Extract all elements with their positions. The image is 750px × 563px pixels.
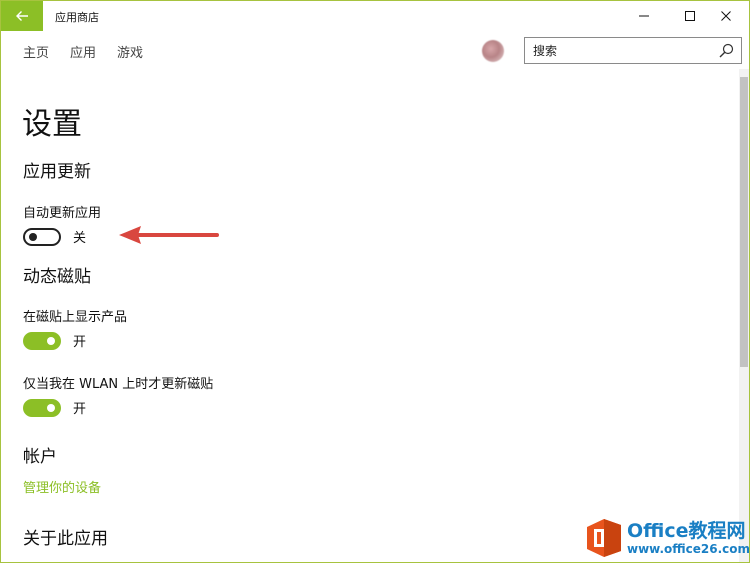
watermark: Office教程网 www.office26.com	[585, 514, 750, 562]
red-arrow-annotation	[119, 226, 219, 244]
top-nav: 主页 应用 游戏	[23, 42, 143, 61]
wlan-only-toggle[interactable]	[23, 398, 61, 417]
wlan-only-row: 开	[23, 398, 86, 417]
show-products-toggle[interactable]	[23, 331, 61, 350]
close-icon	[721, 11, 731, 21]
office-logo-icon	[587, 519, 621, 557]
wlan-only-state: 开	[73, 402, 87, 417]
minimize-icon	[639, 15, 649, 17]
nav-item-apps[interactable]: 应用	[70, 42, 96, 61]
minimize-button[interactable]	[621, 1, 667, 31]
auto-update-state: 关	[73, 231, 87, 246]
scrollbar-thumb[interactable]	[740, 77, 748, 367]
nav-item-games[interactable]: 游戏	[117, 42, 143, 61]
window-title: 应用商店	[55, 11, 99, 24]
watermark-text: Office教程网 www.office26.com	[627, 520, 750, 556]
section-title-app-updates: 应用更新	[23, 162, 91, 182]
maximize-icon	[685, 11, 695, 21]
page-title: 设置	[22, 107, 82, 142]
toggle-knob	[47, 403, 55, 412]
back-button[interactable]	[1, 1, 43, 31]
search-icon[interactable]	[719, 43, 734, 58]
section-title-about: 关于此应用	[23, 529, 108, 549]
close-button[interactable]	[703, 1, 749, 31]
show-products-row: 开	[23, 331, 86, 350]
nav-item-home[interactable]: 主页	[23, 42, 49, 61]
toggle-knob	[47, 336, 55, 345]
search-input[interactable]	[525, 38, 713, 63]
toggle-knob	[29, 232, 37, 241]
section-title-account: 帐户	[23, 447, 57, 467]
auto-update-toggle[interactable]	[23, 227, 61, 246]
watermark-brand: Office教程网	[627, 520, 746, 542]
show-products-state: 开	[73, 335, 87, 350]
auto-update-label: 自动更新应用	[23, 206, 102, 221]
section-title-live-tiles: 动态磁贴	[23, 267, 91, 287]
auto-update-row: 关	[23, 227, 86, 246]
app-window: 应用商店 主页 应用 游戏 搜索 设置 应用更新 自动更新应用 关 动态磁贴 在…	[0, 0, 750, 563]
manage-devices-link[interactable]: 管理你的设备	[23, 477, 101, 496]
search-box	[524, 37, 742, 64]
show-products-label: 在磁贴上显示产品	[23, 310, 128, 325]
back-arrow-icon	[16, 11, 28, 21]
wlan-only-label: 仅当我在 WLAN 上时才更新磁贴	[23, 377, 214, 392]
user-avatar[interactable]	[482, 40, 504, 62]
title-bar: 应用商店	[1, 1, 749, 31]
watermark-url: www.office26.com	[627, 542, 750, 556]
vertical-scrollbar[interactable]	[739, 69, 749, 562]
